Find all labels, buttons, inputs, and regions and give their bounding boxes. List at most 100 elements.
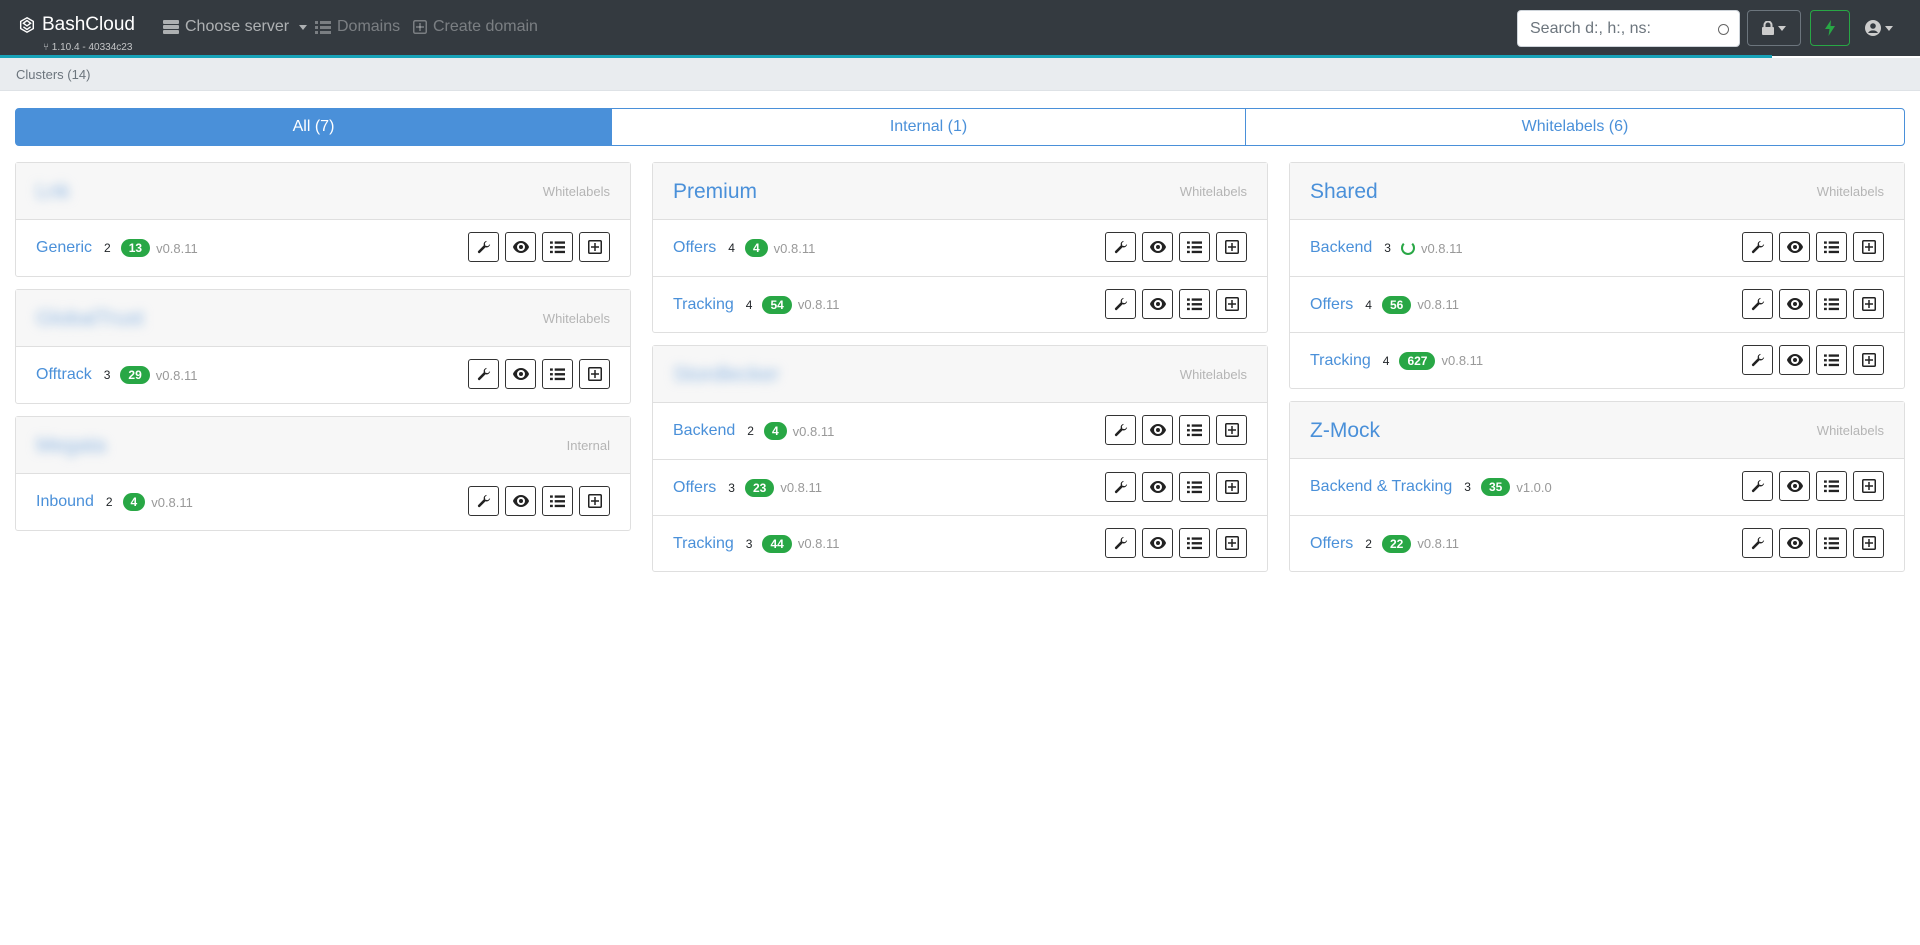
list-button[interactable] bbox=[542, 486, 573, 516]
tab-internal[interactable]: Internal (1) bbox=[611, 108, 1246, 146]
plus-square-button[interactable] bbox=[1216, 232, 1247, 262]
eye-button[interactable] bbox=[505, 486, 536, 516]
plus-square-button[interactable] bbox=[1853, 345, 1884, 375]
plus-square-button[interactable] bbox=[1853, 471, 1884, 501]
service-count: 3 bbox=[1464, 480, 1471, 494]
row-actions bbox=[468, 486, 610, 516]
navbar: BashCloud ⑂ 1.10.4 - 40334c23 Choose ser… bbox=[0, 0, 1920, 56]
service-name-link[interactable]: Backend bbox=[1310, 239, 1372, 257]
service-row: Tracking 3 44 v0.8.11 bbox=[653, 515, 1267, 571]
eye-button[interactable] bbox=[1779, 345, 1810, 375]
cluster-title[interactable]: Premium bbox=[673, 180, 757, 204]
power-button[interactable] bbox=[1810, 10, 1850, 46]
plus-square-button[interactable] bbox=[1216, 528, 1247, 558]
cluster-title[interactable]: Stordlecker bbox=[673, 363, 779, 387]
list-button[interactable] bbox=[1816, 289, 1847, 319]
tab-whitelabels[interactable]: Whitelabels (6) bbox=[1245, 108, 1905, 146]
row-actions bbox=[1742, 232, 1884, 262]
wrench-button[interactable] bbox=[1105, 289, 1136, 319]
plus-square-button[interactable] bbox=[579, 359, 610, 389]
service-name-link[interactable]: Offtrack bbox=[36, 366, 92, 384]
wrench-button[interactable] bbox=[1105, 232, 1136, 262]
wrench-button[interactable] bbox=[1742, 345, 1773, 375]
plus-square-button[interactable] bbox=[579, 232, 610, 262]
wrench-button[interactable] bbox=[1105, 528, 1136, 558]
cluster-column-2: Premium Whitelabels Offers 4 4 v0.8.11 Trackin… bbox=[652, 162, 1268, 584]
service-count: 3 bbox=[1384, 241, 1391, 255]
eye-button[interactable] bbox=[1142, 415, 1173, 445]
service-name-link[interactable]: Offers bbox=[1310, 296, 1353, 314]
service-name-link[interactable]: Tracking bbox=[1310, 352, 1371, 370]
service-name-link[interactable]: Generic bbox=[36, 239, 92, 257]
eye-button[interactable] bbox=[1142, 289, 1173, 319]
search-input[interactable] bbox=[1518, 11, 1698, 46]
choose-server-dropdown[interactable]: Choose server bbox=[163, 18, 308, 36]
list-button[interactable] bbox=[1179, 289, 1210, 319]
service-row: Inbound 2 4 v0.8.11 bbox=[16, 474, 630, 530]
eye-button[interactable] bbox=[505, 359, 536, 389]
plus-square-button[interactable] bbox=[1216, 289, 1247, 319]
list-button[interactable] bbox=[1179, 232, 1210, 262]
list-button[interactable] bbox=[1816, 345, 1847, 375]
service-name-link[interactable]: Offers bbox=[673, 239, 716, 257]
breadcrumb-clusters[interactable]: Clusters (14) bbox=[16, 67, 90, 82]
service-name-link[interactable]: Tracking bbox=[673, 535, 734, 553]
wrench-button[interactable] bbox=[1742, 232, 1773, 262]
wrench-button[interactable] bbox=[1105, 415, 1136, 445]
plus-square-button[interactable] bbox=[1216, 415, 1247, 445]
cluster-title[interactable]: Lnk bbox=[36, 180, 70, 204]
nav-domains[interactable]: Domains bbox=[315, 18, 400, 36]
service-name-link[interactable]: Tracking bbox=[673, 296, 734, 314]
wrench-button[interactable] bbox=[1742, 528, 1773, 558]
eye-button[interactable] bbox=[505, 232, 536, 262]
cluster-title[interactable]: Shared bbox=[1310, 180, 1378, 204]
service-name-link[interactable]: Offers bbox=[1310, 535, 1353, 553]
wrench-button[interactable] bbox=[468, 359, 499, 389]
eye-button[interactable] bbox=[1779, 289, 1810, 319]
tab-all[interactable]: All (7) bbox=[15, 108, 612, 146]
eye-button[interactable] bbox=[1779, 232, 1810, 262]
eye-button[interactable] bbox=[1142, 472, 1173, 502]
wrench-button[interactable] bbox=[1742, 471, 1773, 501]
list-button[interactable] bbox=[542, 232, 573, 262]
plus-square-button[interactable] bbox=[579, 486, 610, 516]
plus-square-button[interactable] bbox=[1216, 472, 1247, 502]
wrench-button[interactable] bbox=[468, 486, 499, 516]
service-version: v1.0.0 bbox=[1516, 479, 1552, 495]
service-name-link[interactable]: Inbound bbox=[36, 493, 94, 511]
list-button[interactable] bbox=[1179, 528, 1210, 558]
list-button[interactable] bbox=[1816, 232, 1847, 262]
list-button[interactable] bbox=[1816, 528, 1847, 558]
wrench-button[interactable] bbox=[1105, 472, 1136, 502]
eye-button[interactable] bbox=[1142, 528, 1173, 558]
list-button[interactable] bbox=[1179, 472, 1210, 502]
row-actions bbox=[468, 232, 610, 262]
service-name-link[interactable]: Offers bbox=[673, 479, 716, 497]
eye-button[interactable] bbox=[1779, 471, 1810, 501]
eye-icon bbox=[1149, 537, 1166, 549]
plus-square-button[interactable] bbox=[1853, 232, 1884, 262]
list-button[interactable] bbox=[542, 359, 573, 389]
plus-square-button[interactable] bbox=[1853, 528, 1884, 558]
brand[interactable]: BashCloud bbox=[18, 14, 135, 36]
plus-square-button[interactable] bbox=[1853, 289, 1884, 319]
plus-square-icon bbox=[587, 494, 602, 508]
nav-create-domain[interactable]: Create domain bbox=[413, 18, 538, 36]
lock-dropdown-button[interactable] bbox=[1747, 10, 1801, 46]
cluster-title[interactable]: GlobalTrust bbox=[36, 307, 144, 331]
list-icon bbox=[1187, 297, 1202, 310]
list-button[interactable] bbox=[1179, 415, 1210, 445]
service-name-link[interactable]: Backend bbox=[673, 422, 735, 440]
user-menu-button[interactable] bbox=[1856, 10, 1902, 46]
list-button[interactable] bbox=[1816, 471, 1847, 501]
wrench-button[interactable] bbox=[1742, 289, 1773, 319]
cluster-title[interactable]: Megata bbox=[36, 434, 106, 458]
eye-button[interactable] bbox=[1779, 528, 1810, 558]
service-version: v0.8.11 bbox=[1417, 297, 1460, 312]
eye-button[interactable] bbox=[1142, 232, 1173, 262]
wrench-icon bbox=[1114, 240, 1127, 254]
wrench-button[interactable] bbox=[468, 232, 499, 262]
service-name-link[interactable]: Backend & Tracking bbox=[1310, 478, 1452, 496]
cluster-card-header: Lnk Whitelabels bbox=[16, 163, 630, 220]
cluster-title[interactable]: Z-Mock bbox=[1310, 419, 1380, 443]
